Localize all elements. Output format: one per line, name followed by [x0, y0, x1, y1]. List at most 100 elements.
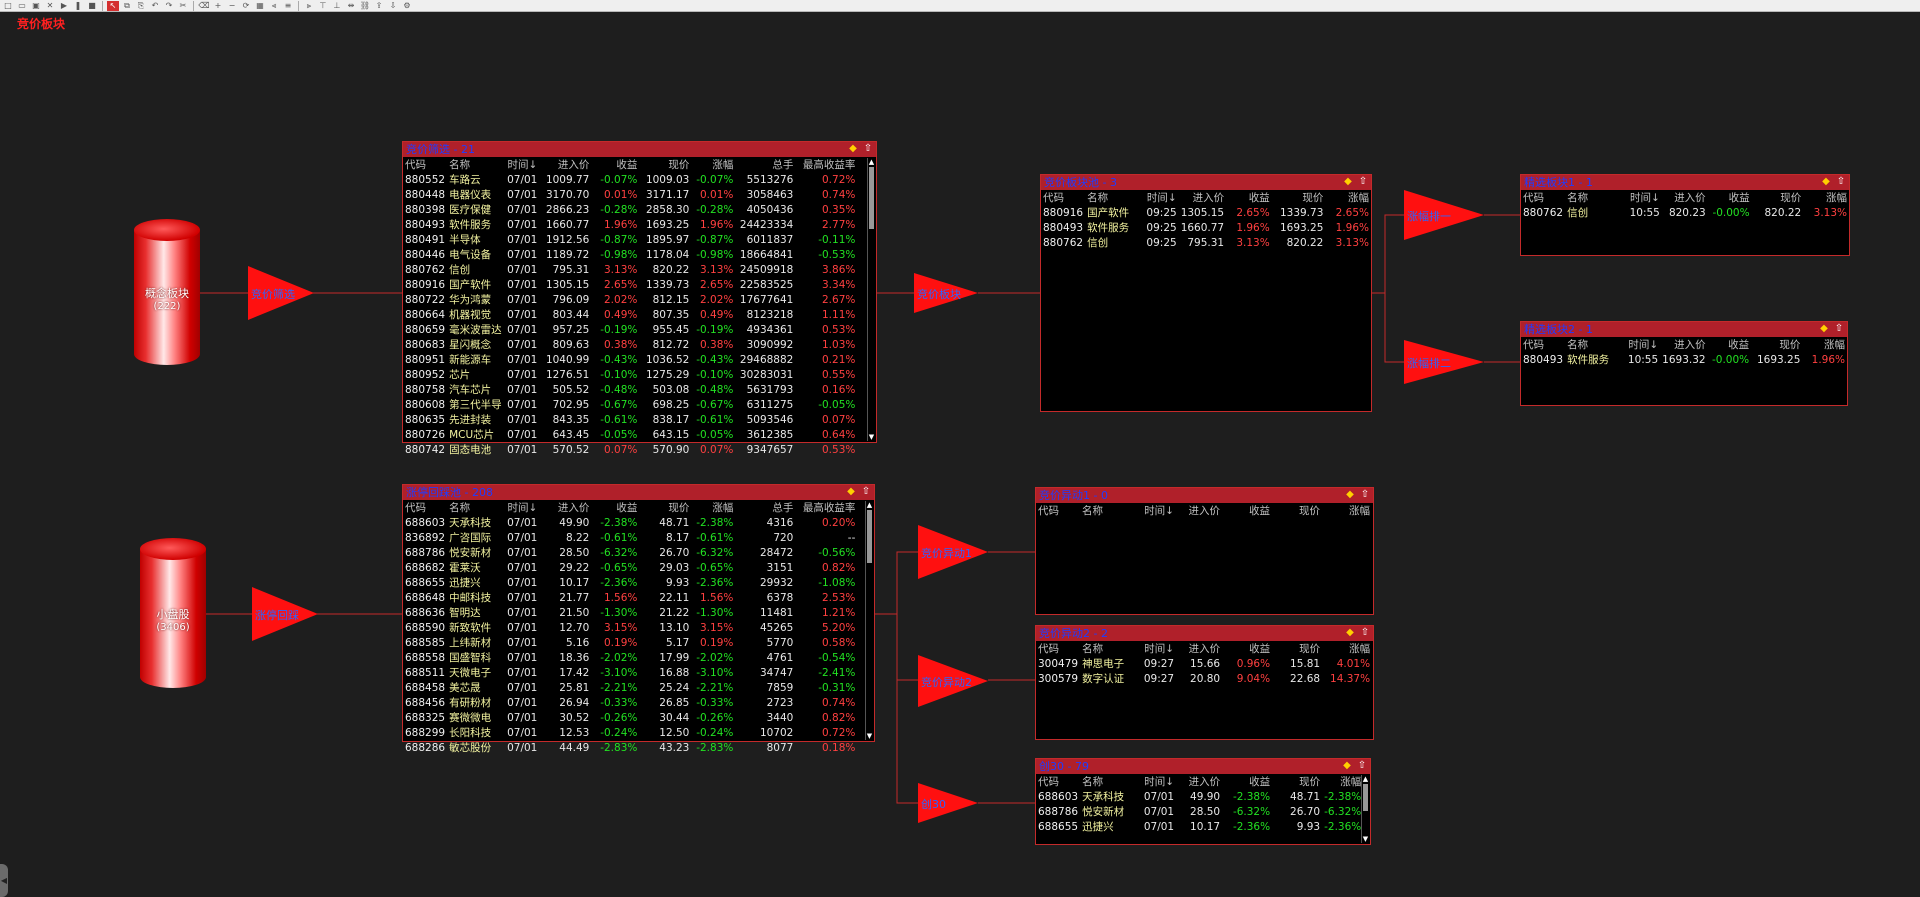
table-row[interactable]: 880762 信创 10:55 820.23 -0.00% 820.22 3.13%: [1521, 205, 1849, 220]
panel-auction-screen[interactable]: 竞价筛选 - 21 ◆ ⇧ 代码 名称 时间↓ 进入价 收益 现价 涨幅 总手 最高收益率 880552…: [402, 141, 877, 456]
scroll-down-icon[interactable]: ▼: [866, 732, 873, 740]
panel-auction-move-1[interactable]: 竞价异动1 - 0 ◆ ⇧ 代码 名称 时间↓ 进入价 收益 现价 涨幅: [1035, 487, 1374, 615]
table-row[interactable]: 300579 数字认证 09:27 20.80 9.04% 22.68 14.37%: [1036, 671, 1372, 686]
table-row[interactable]: 688299 长阳科技 07/01 12.53 -0.24% 12.50 -0.24% 107…: [403, 725, 857, 740]
column-header[interactable]: 代码: [1036, 774, 1080, 789]
table-row[interactable]: 880446 电气设备 07/01 1189.72 -0.98% 1178.04 -0.98…: [403, 247, 857, 262]
table-row[interactable]: 880448 电器仪表 07/01 3170.70 0.01% 3171.17 0.01% 3…: [403, 187, 857, 202]
column-header[interactable]: 代码: [1041, 190, 1085, 205]
column-header[interactable]: 进入价: [539, 157, 591, 172]
column-header[interactable]: 现价: [1751, 337, 1802, 352]
table-row[interactable]: 880722 华为鸿蒙 07/01 796.09 2.02% 812.15 2.02% 176…: [403, 292, 857, 307]
column-header[interactable]: 进入价: [539, 500, 591, 515]
column-header[interactable]: 涨幅: [1322, 774, 1363, 789]
table-row[interactable]: 880493 软件服务 10:55 1693.32 -0.00% 1693.25 1.96%: [1521, 352, 1847, 367]
filter-node-limitup-pullback[interactable]: 涨停回踩: [252, 587, 318, 641]
table-row[interactable]: 688786 悦安新材 07/01 28.50 -6.32% 26.70 -6.32% 284…: [403, 545, 857, 560]
table-row[interactable]: 880493 软件服务 07/01 1660.77 1.96% 1693.25 1.96% 2…: [403, 217, 857, 232]
table-row[interactable]: 880493 软件服务 09:25 1660.77 1.96% 1693.25 1.96%: [1041, 220, 1371, 235]
column-header[interactable]: 名称: [1080, 641, 1140, 656]
column-header[interactable]: 名称: [447, 500, 505, 515]
column-header[interactable]: 名称: [1085, 190, 1144, 205]
vertical-scrollbar[interactable]: ▲ ▼: [1361, 775, 1369, 843]
table-row[interactable]: 880659 毫米波雷达 07/01 957.25 -0.19% 955.45 -0.19%…: [403, 322, 857, 337]
scroll-up-icon[interactable]: ▲: [868, 158, 875, 166]
table-row[interactable]: 880952 芯片 07/01 1276.51 -0.10% 1275.29 -0.10% 3…: [403, 367, 857, 382]
table-row[interactable]: 880916 国产软件 07/01 1305.15 2.65% 1339.73 2.65% 2…: [403, 277, 857, 292]
collapse-handle[interactable]: ◀: [0, 864, 8, 897]
table-row[interactable]: 880726 MCU芯片 07/01 643.45 -0.05% 643.15 -0.05%…: [403, 427, 857, 442]
panel-title[interactable]: 精选板块2 - 1 ◆ ⇧: [1521, 322, 1847, 337]
diamond-icon[interactable]: ◆: [1818, 323, 1830, 335]
pin-up-icon[interactable]: ⇧: [1359, 627, 1371, 639]
column-header[interactable]: 代码: [1036, 503, 1080, 518]
panel-title[interactable]: 创30 - 79 ◆ ⇧: [1036, 759, 1370, 774]
table-row[interactable]: 880552 车路云 07/01 1009.77 -0.07% 1009.03 -0.07%…: [403, 172, 857, 187]
table-row[interactable]: 880916 国产软件 09:25 1305.15 2.65% 1339.73 2.65%: [1041, 205, 1371, 220]
diamond-icon[interactable]: ◆: [845, 486, 857, 498]
panel-limitup-pool[interactable]: 涨停回踩池 - 208 ◆ ⇧ 代码 名称 时间↓ 进入价 收益 现价 涨幅 总手 最高收益率 6886…: [402, 484, 875, 754]
column-header[interactable]: 涨幅: [1803, 190, 1849, 205]
table-row[interactable]: 688648 中邮科技 07/01 21.77 1.56% 22.11 1.56% 6378 2…: [403, 590, 857, 605]
table-row[interactable]: 880762 信创 07/01 795.31 3.13% 820.22 3.13% 24509…: [403, 262, 857, 277]
filter-node-auction-sector[interactable]: 竞价板块: [914, 273, 978, 313]
pin-up-icon[interactable]: ⇧: [1357, 176, 1369, 188]
column-header[interactable]: 收益: [591, 157, 639, 172]
column-header[interactable]: 代码: [1521, 337, 1565, 352]
table-row[interactable]: 880398 医疗保健 07/01 2866.23 -0.28% 2858.30 -0.28…: [403, 202, 857, 217]
column-header[interactable]: 名称: [1080, 503, 1140, 518]
scroll-thumb[interactable]: [1363, 784, 1368, 812]
scroll-thumb[interactable]: [867, 510, 872, 563]
column-header[interactable]: 总手: [735, 500, 795, 515]
scroll-thumb[interactable]: [869, 167, 874, 230]
column-header[interactable]: 现价: [639, 500, 691, 515]
panel-title[interactable]: 涨停回踩池 - 208 ◆ ⇧: [403, 485, 874, 500]
pin-up-icon[interactable]: ⇧: [1833, 323, 1845, 335]
column-header[interactable]: 进入价: [1176, 774, 1222, 789]
column-header[interactable]: 涨幅: [691, 500, 735, 515]
column-header[interactable]: 涨幅: [1802, 337, 1847, 352]
table-row[interactable]: 880742 固态电池 07/01 570.52 0.07% 570.90 0.07% 934…: [403, 442, 857, 457]
table-row[interactable]: 836892 广咨国际 07/01 8.22 -0.61% 8.17 -0.61% 720 --: [403, 530, 857, 545]
table-row[interactable]: 688786 悦安新材 07/01 28.50 -6.32% 26.70 -6.32%: [1036, 804, 1363, 819]
table-row[interactable]: 688511 天微电子 07/01 17.42 -3.10% 16.88 -3.10% 347…: [403, 665, 857, 680]
table-row[interactable]: 880664 机器视觉 07/01 803.44 0.49% 807.35 0.49% 812…: [403, 307, 857, 322]
column-header[interactable]: 进入价: [1176, 641, 1222, 656]
column-header[interactable]: 最高收益率: [795, 157, 857, 172]
column-header[interactable]: 收益: [1222, 503, 1272, 518]
table-row[interactable]: 688558 国盛智科 07/01 18.36 -2.02% 17.99 -2.02% 476…: [403, 650, 857, 665]
column-header[interactable]: 时间↓: [1140, 641, 1176, 656]
table-row[interactable]: 688325 赛微微电 07/01 30.52 -0.26% 30.44 -0.26% 344…: [403, 710, 857, 725]
column-header[interactable]: 涨幅: [1325, 190, 1371, 205]
table-row[interactable]: 880683 星闪概念 07/01 809.63 0.38% 812.72 0.38% 309…: [403, 337, 857, 352]
column-header[interactable]: 进入价: [1176, 503, 1222, 518]
table-row[interactable]: 688585 上纬新材 07/01 5.16 0.19% 5.17 0.19% 5770 0.5…: [403, 635, 857, 650]
table-row[interactable]: 880608 第三代半导 07/01 702.95 -0.67% 698.25 -0.67%…: [403, 397, 857, 412]
column-header[interactable]: 名称: [1565, 337, 1623, 352]
pin-up-icon[interactable]: ⇧: [1359, 489, 1371, 501]
column-header[interactable]: 名称: [1080, 774, 1140, 789]
column-header[interactable]: 现价: [1272, 641, 1322, 656]
scroll-up-icon[interactable]: ▲: [1362, 775, 1369, 783]
diamond-icon[interactable]: ◆: [847, 143, 859, 155]
column-header[interactable]: 名称: [447, 157, 505, 172]
table-row[interactable]: 880951 新能源车 07/01 1040.99 -0.43% 1036.52 -0.43…: [403, 352, 857, 367]
table-row[interactable]: 300479 神思电子 09:27 15.66 0.96% 15.81 4.01%: [1036, 656, 1372, 671]
panel-title[interactable]: 竞价异动1 - 0 ◆ ⇧: [1036, 488, 1373, 503]
panel-title[interactable]: 竞价筛选 - 21 ◆ ⇧: [403, 142, 876, 157]
column-header[interactable]: 现价: [1272, 774, 1322, 789]
panel-title[interactable]: 精选板块1 - 1 ◆ ⇧: [1521, 175, 1849, 190]
column-header[interactable]: 时间↓: [1144, 190, 1178, 205]
column-header[interactable]: 进入价: [1179, 190, 1226, 205]
pin-up-icon[interactable]: ⇧: [862, 143, 874, 155]
column-header[interactable]: 最高收益率: [795, 500, 857, 515]
column-header[interactable]: 代码: [1521, 190, 1565, 205]
column-header[interactable]: 涨幅: [691, 157, 735, 172]
table-row[interactable]: 880758 汽车芯片 07/01 505.52 -0.48% 503.08 -0.48% 5…: [403, 382, 857, 397]
column-header[interactable]: 收益: [1222, 641, 1272, 656]
column-header[interactable]: 进入价: [1662, 190, 1708, 205]
table-row[interactable]: 688603 天承科技 07/01 49.90 -2.38% 48.71 -2.38% 431…: [403, 515, 857, 530]
table-row[interactable]: 688286 敏芯股份 07/01 44.49 -2.83% 43.23 -2.83% 807…: [403, 740, 857, 755]
filter-node-move2[interactable]: 竞价异动2: [918, 655, 988, 707]
table-row[interactable]: 688655 迅捷兴 07/01 10.17 -2.36% 9.93 -2.36% 29932…: [403, 575, 857, 590]
